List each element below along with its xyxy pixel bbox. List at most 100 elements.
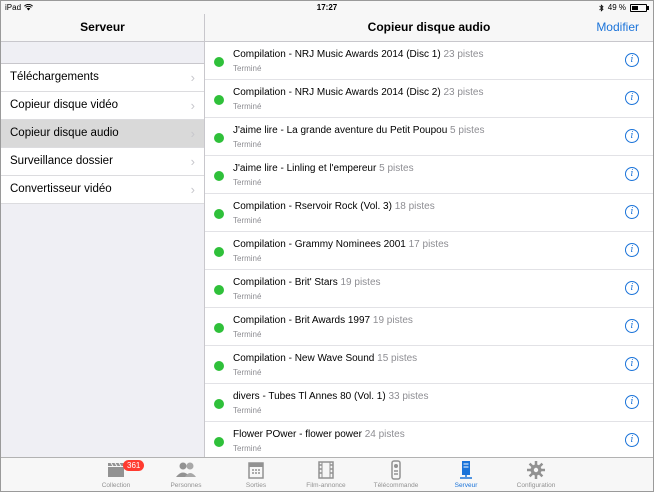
track-count: 17 pistes xyxy=(408,239,449,250)
info-icon[interactable]: i xyxy=(625,395,639,409)
info-icon[interactable]: i xyxy=(625,243,639,257)
list-item[interactable]: Compilation - Grammy Nominees 2001 17 pi… xyxy=(205,232,653,270)
item-title: divers - Tubes Tl Annes 80 (Vol. 1) xyxy=(233,391,386,402)
sidebar-item-label: Copieur disque vidéo xyxy=(10,99,119,111)
tab-personnes[interactable]: Personnes xyxy=(151,460,221,489)
remote-icon xyxy=(361,460,431,480)
tab-label: Configuration xyxy=(516,482,556,489)
status-dot xyxy=(214,361,224,371)
item-title: Compilation - Grammy Nominees 2001 xyxy=(233,239,406,250)
tab-collection[interactable]: 361 Collection xyxy=(81,460,151,489)
status-dot xyxy=(214,437,224,447)
sidebar-item-label: Convertisseur vidéo xyxy=(10,183,112,195)
tab-label: Personnes xyxy=(170,482,202,489)
tab-serveur[interactable]: Serveur xyxy=(431,460,501,489)
item-status: Terminé xyxy=(233,444,262,453)
track-count: 23 pistes xyxy=(443,49,484,60)
detail-header: Copieur disque audio Modifier xyxy=(205,14,653,42)
job-list: Compilation - NRJ Music Awards 2014 (Dis… xyxy=(205,42,653,460)
track-count: 5 pistes xyxy=(379,163,414,174)
battery-icon xyxy=(630,3,649,12)
bluetooth-icon xyxy=(598,3,604,12)
item-status: Terminé xyxy=(233,140,262,149)
track-count: 18 pistes xyxy=(394,201,435,212)
list-item[interactable]: divers - Tubes Tl Annes 80 (Vol. 1) 33 p… xyxy=(205,384,653,422)
gear-icon xyxy=(501,460,571,480)
track-count: 24 pistes xyxy=(364,429,405,440)
info-icon[interactable]: i xyxy=(625,53,639,67)
item-status: Terminé xyxy=(233,178,262,187)
ipad-screen: iPad 17:27 49 % Serveur Téléchargements … xyxy=(0,0,654,492)
people-icon xyxy=(151,460,221,480)
tab-label: Télécommande xyxy=(373,482,419,489)
info-icon[interactable]: i xyxy=(625,319,639,333)
chevron-right-icon: › xyxy=(190,154,195,169)
track-count: 23 pistes xyxy=(443,87,484,98)
list-item[interactable]: Compilation - NRJ Music Awards 2014 (Dis… xyxy=(205,42,653,80)
status-dot xyxy=(214,247,224,257)
tab-film-annonce[interactable]: Film-annonce xyxy=(291,460,361,489)
calendar-icon xyxy=(221,460,291,480)
master-title: Serveur xyxy=(1,14,204,42)
info-icon[interactable]: i xyxy=(625,129,639,143)
info-icon[interactable]: i xyxy=(625,433,639,447)
item-title: J'aime lire - Linling et l'empereur xyxy=(233,163,377,174)
item-title: Compilation - Rservoir Rock (Vol. 3) xyxy=(233,201,392,212)
list-item[interactable]: Compilation - Brit Awards 1997 19 pistes… xyxy=(205,308,653,346)
sidebar-item-label: Copieur disque audio xyxy=(10,127,119,139)
track-count: 33 pistes xyxy=(388,391,429,402)
tab-sorties[interactable]: Sorties xyxy=(221,460,291,489)
sidebar-item-copieur-video[interactable]: Copieur disque vidéo › xyxy=(1,92,204,120)
info-icon[interactable]: i xyxy=(625,357,639,371)
item-title: Compilation - Brit Awards 1997 xyxy=(233,315,371,326)
tab-label: Film-annonce xyxy=(306,482,346,489)
item-status: Terminé xyxy=(233,64,262,73)
item-status: Terminé xyxy=(233,368,262,377)
item-title: Compilation - NRJ Music Awards 2014 (Dis… xyxy=(233,49,441,60)
list-item[interactable]: Compilation - Brit' Stars 19 pistes Term… xyxy=(205,270,653,308)
list-item[interactable]: Flower POwer - flower power 24 pistes Te… xyxy=(205,422,653,460)
server-icon xyxy=(431,460,501,480)
track-count: 5 pistes xyxy=(450,125,485,136)
chevron-right-icon: › xyxy=(190,70,195,85)
list-item[interactable]: Compilation - Rservoir Rock (Vol. 3) 18 … xyxy=(205,194,653,232)
item-status: Terminé xyxy=(233,292,262,301)
info-icon[interactable]: i xyxy=(625,167,639,181)
list-item[interactable]: J'aime lire - La grande aventure du Peti… xyxy=(205,118,653,156)
track-count: 19 pistes xyxy=(340,277,381,288)
list-item[interactable]: Compilation - New Wave Sound 15 pistes T… xyxy=(205,346,653,384)
list-item[interactable]: J'aime lire - Linling et l'empereur 5 pi… xyxy=(205,156,653,194)
status-dot xyxy=(214,209,224,219)
chevron-right-icon: › xyxy=(190,98,195,113)
item-title: Compilation - New Wave Sound xyxy=(233,353,375,364)
status-bar: iPad 17:27 49 % xyxy=(1,1,653,14)
status-dot xyxy=(214,399,224,409)
status-dot xyxy=(214,95,224,105)
sidebar-item-copieur-audio[interactable]: Copieur disque audio › xyxy=(1,120,204,148)
item-title: J'aime lire - La grande aventure du Peti… xyxy=(233,125,448,136)
badge-count: 361 xyxy=(123,460,145,471)
item-title: Compilation - NRJ Music Awards 2014 (Dis… xyxy=(233,87,441,98)
sidebar-item-telechargements[interactable]: Téléchargements › xyxy=(1,64,204,92)
tab-telecommande[interactable]: Télécommande xyxy=(361,460,431,489)
page-title: Copieur disque audio xyxy=(367,20,491,34)
tab-bar: 361 Collection Personnes Sorties Film-an… xyxy=(1,457,653,491)
sidebar-item-label: Surveillance dossier xyxy=(10,155,113,167)
edit-button[interactable]: Modifier xyxy=(596,14,639,41)
master-pane: Serveur Téléchargements › Copieur disque… xyxy=(1,14,205,457)
status-dot xyxy=(214,133,224,143)
item-title: Compilation - Brit' Stars xyxy=(233,277,338,288)
info-icon[interactable]: i xyxy=(625,281,639,295)
info-icon[interactable]: i xyxy=(625,205,639,219)
item-status: Terminé xyxy=(233,406,262,415)
chevron-right-icon: › xyxy=(190,126,195,141)
master-list: Téléchargements › Copieur disque vidéo ›… xyxy=(1,63,204,204)
clock: 17:27 xyxy=(316,3,338,12)
info-icon[interactable]: i xyxy=(625,91,639,105)
battery-percent: 49 % xyxy=(607,3,626,12)
sidebar-item-surveillance[interactable]: Surveillance dossier › xyxy=(1,148,204,176)
track-count: 19 pistes xyxy=(372,315,413,326)
tab-configuration[interactable]: Configuration xyxy=(501,460,571,489)
sidebar-item-convertisseur[interactable]: Convertisseur vidéo › xyxy=(1,176,204,204)
list-item[interactable]: Compilation - NRJ Music Awards 2014 (Dis… xyxy=(205,80,653,118)
